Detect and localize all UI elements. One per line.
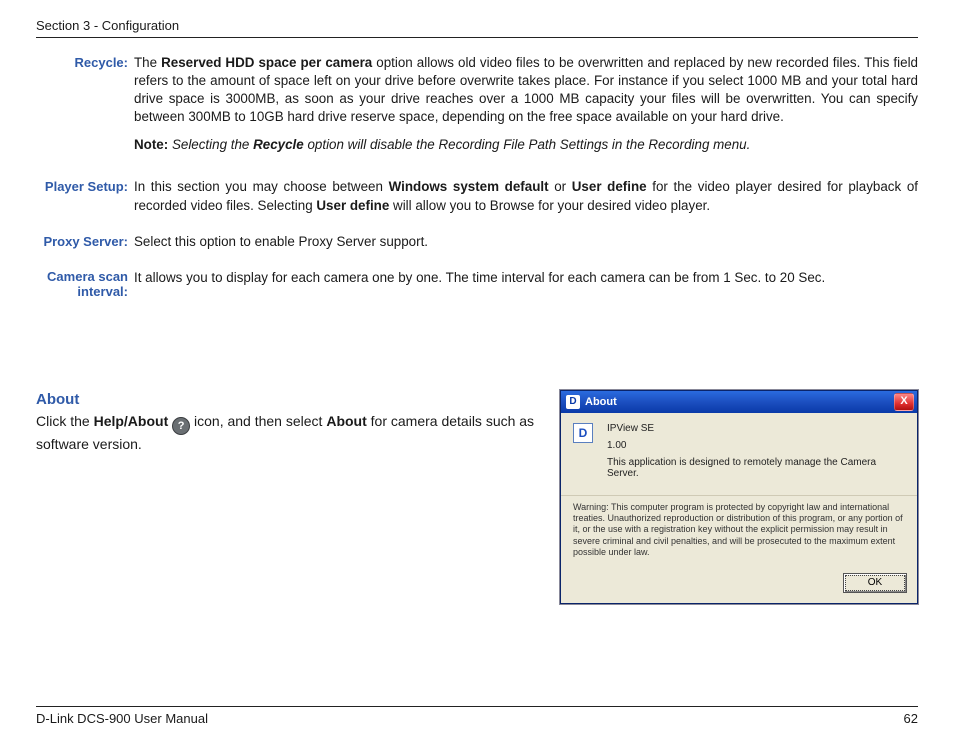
text: icon, and then select [190,413,326,429]
bold-help-about: Help/About [94,413,169,429]
lower-area: About Click the Help/About ? icon, and t… [36,390,918,604]
app-d-icon: D [566,395,580,409]
dialog-top-section: D IPView SE 1.00 This application is des… [561,413,917,496]
dialog-product-name: IPView SE [607,423,905,434]
ok-button[interactable]: OK [843,573,907,593]
footer-page-number: 62 [904,711,918,726]
help-about-icon: ? [172,417,190,435]
text: or [549,179,572,194]
bold-about: About [326,413,366,429]
dialog-button-row: OK [561,566,917,603]
def-camera-scan: Camera scan interval: It allows you to d… [36,269,918,300]
bold-user-define-1: User define [572,179,647,194]
def-player-setup: Player Setup: In this section you may ch… [36,178,918,214]
text: Select this option to enable Proxy Serve… [134,233,918,251]
dialog-version: 1.00 [607,440,905,451]
about-paragraph: Click the Help/About ? icon, and then se… [36,412,536,454]
dialog-titlebar[interactable]: D About X [561,391,917,413]
text: It allows you to display for each camera… [134,269,918,287]
text: The [134,55,161,70]
label-proxy-server: Proxy Server: [36,233,134,251]
label-camera-scan: Camera scan interval: [36,269,134,300]
dialog-body: D IPView SE 1.00 This application is des… [561,413,917,603]
dialog-top-text: IPView SE 1.00 This application is desig… [607,423,905,485]
dialog-description: This application is designed to remotely… [607,457,905,479]
label-recycle: Recycle: [36,54,134,72]
label-player-setup: Player Setup: [36,178,134,196]
text: option will disable the Recording File P… [304,137,751,152]
bold-recycle-word: Recycle [253,137,304,152]
bold-user-define-2: User define [316,198,389,213]
section-header: Section 3 - Configuration [36,18,918,33]
text: Selecting the [168,137,253,152]
body-player-setup: In this section you may choose between W… [134,178,918,214]
dialog-d-icon: D [573,423,593,443]
note-recycle: Note: Selecting the Recycle option will … [134,136,918,154]
text: Click the [36,413,94,429]
body-recycle: The Reserved HDD space per camera option… [134,54,918,154]
about-heading: About [36,390,536,410]
def-proxy-server: Proxy Server: Select this option to enab… [36,233,918,251]
body-camera-scan: It allows you to display for each camera… [134,269,918,287]
divider-bottom [36,706,918,707]
about-block: About Click the Help/About ? icon, and t… [36,390,536,454]
page-root: Section 3 - Configuration Recycle: The R… [0,0,954,738]
footer-left: D-Link DCS-900 User Manual [36,711,904,726]
text: In this section you may choose between [134,179,389,194]
body-proxy-server: Select this option to enable Proxy Serve… [134,233,918,251]
footer: D-Link DCS-900 User Manual 62 [36,711,918,726]
bold-reserved-hdd: Reserved HDD space per camera [161,55,372,70]
note-label: Note: [134,137,168,152]
close-icon[interactable]: X [894,393,914,411]
bold-win-default: Windows system default [389,179,549,194]
dialog-title: About [585,396,894,408]
text: will allow you to Browse for your desire… [389,198,710,213]
about-dialog: D About X D IPView SE 1.00 This applicat… [560,390,918,604]
def-recycle: Recycle: The Reserved HDD space per came… [36,54,918,154]
dialog-warning-text: Warning: This computer program is protec… [561,496,917,566]
content-area: Recycle: The Reserved HDD space per came… [36,38,918,698]
